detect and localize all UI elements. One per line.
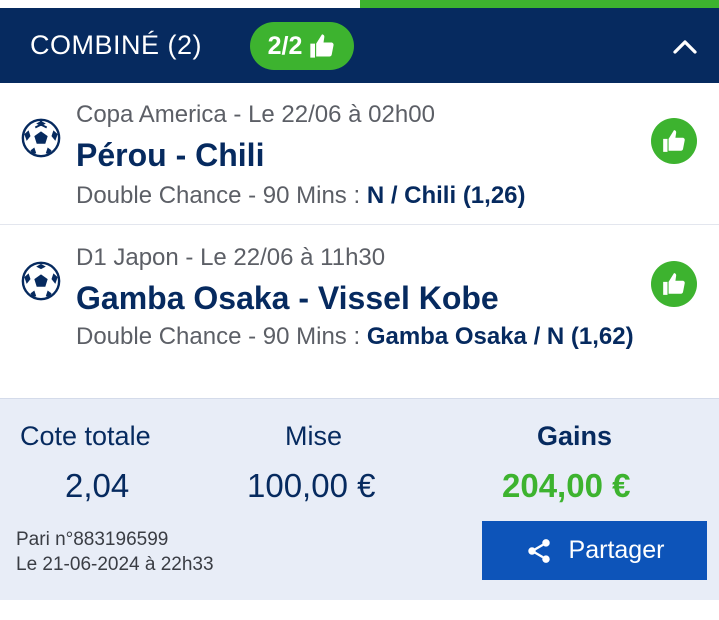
bet-match: Pérou - Chili xyxy=(76,137,265,173)
bet-date: Le 21-06-2024 à 22h33 xyxy=(16,554,214,575)
bet-number: Pari n°883196599 xyxy=(16,529,169,550)
thumbs-up-icon xyxy=(663,130,685,152)
bet-won-status xyxy=(651,261,697,307)
combo-title: COMBINÉ (2) xyxy=(30,30,203,60)
share-button-label: Partager xyxy=(568,536,665,564)
won-count-text: 2/2 xyxy=(267,31,303,60)
stake-label: Mise xyxy=(285,421,343,451)
bet-match: Gamba Osaka - Vissel Kobe xyxy=(76,280,499,316)
thumbs-up-icon xyxy=(663,273,685,295)
bet-item[interactable]: Copa America - Le 22/06 à 02h00 Pérou - … xyxy=(0,83,719,225)
stake-value: 100,00 € xyxy=(247,467,376,504)
bet-selection: Double Chance - 90 Mins : Gamba Osaka / … xyxy=(76,322,636,352)
total-odds-label: Cote totale xyxy=(20,421,151,451)
winnings-label: Gains xyxy=(537,421,613,451)
bottom-spacer xyxy=(0,600,719,620)
bet-selection: Double Chance - 90 Mins : N / Chili (1,2… xyxy=(76,181,636,211)
won-count-badge: 2/2 xyxy=(250,22,354,70)
combo-header[interactable]: COMBINÉ (2) 2/2 xyxy=(0,8,719,83)
bet-summary: Cote totale 2,04 Mise 100,00 € Gains 204… xyxy=(0,398,719,600)
bet-won-status xyxy=(651,118,697,164)
bet-market: Double Chance - 90 Mins : xyxy=(76,182,367,209)
total-odds-value: 2,04 xyxy=(65,467,130,504)
winnings-value: 204,00 € xyxy=(502,467,631,504)
bet-meta: D1 Japon - Le 22/06 à 11h30 xyxy=(76,244,386,271)
top-progress-fill xyxy=(360,0,719,8)
top-progress-strip xyxy=(0,0,719,8)
share-button[interactable]: Partager xyxy=(482,521,707,580)
bet-pick: Gamba Osaka / N (1,62) xyxy=(366,323,634,350)
share-icon xyxy=(527,538,550,563)
bet-meta: Copa America - Le 22/06 à 02h00 xyxy=(76,101,435,128)
chevron-up-icon[interactable] xyxy=(670,32,700,62)
soccer-ball-icon xyxy=(21,261,61,301)
thumbs-up-icon xyxy=(310,34,334,58)
bet-market: Double Chance - 90 Mins : xyxy=(76,323,367,350)
soccer-ball-icon xyxy=(21,118,61,158)
bet-pick: N / Chili (1,26) xyxy=(366,182,526,209)
bet-item[interactable]: D1 Japon - Le 22/06 à 11h30 Gamba Osaka … xyxy=(0,226,719,398)
